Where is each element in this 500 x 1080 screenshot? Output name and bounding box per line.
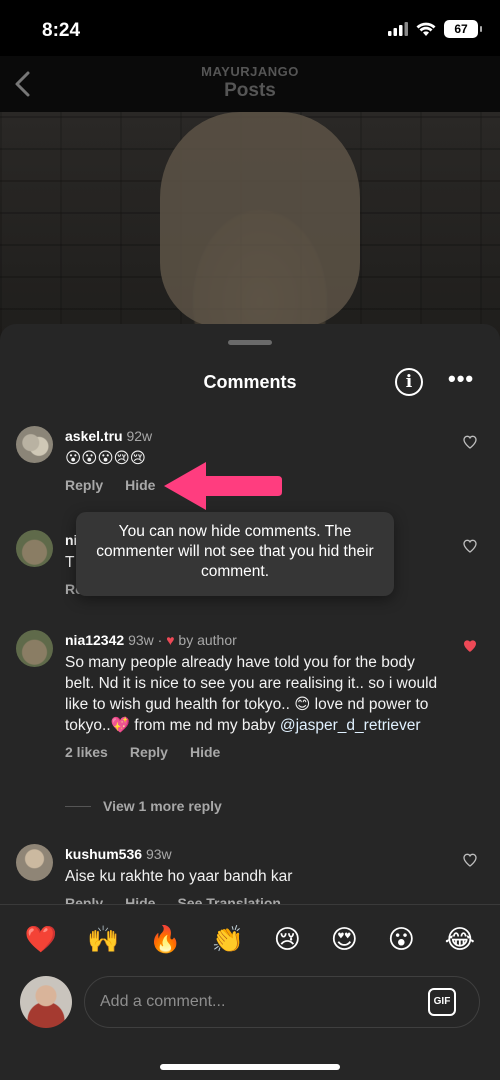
emoji-crying-button[interactable]: 😢 [274, 925, 301, 955]
status-time: 8:24 [42, 20, 81, 41]
reply-button[interactable]: Reply [65, 477, 103, 493]
page-title: Posts [224, 80, 276, 101]
emoji-fire-button[interactable]: 🔥 [149, 925, 181, 955]
emoji-laughing-button[interactable]: 😂 [445, 925, 475, 955]
annotation-arrow-icon [164, 462, 282, 510]
comment-input[interactable] [84, 976, 480, 1028]
comment-item: nia12342 93w · ♥ by author So many peopl… [16, 630, 486, 780]
comment-time: 93w [145, 846, 172, 862]
comment-text: Aise ku rakhte ho yaar bandh kar [65, 868, 293, 885]
avatar[interactable] [16, 530, 53, 567]
sheet-title: Comments [203, 372, 297, 392]
emoji-surprised-button[interactable]: 😮 [388, 925, 415, 955]
hide-comments-tooltip: You can now hide comments. The commenter… [76, 512, 394, 596]
liked-heart-icon[interactable] [462, 638, 478, 654]
photo-dog [160, 112, 360, 327]
account-name: MAYURJANGO [201, 64, 299, 79]
emoji-heart-eyes-button[interactable]: 😍 [331, 925, 358, 955]
battery-icon: 67 [444, 20, 482, 38]
hide-button[interactable]: Hide [190, 744, 220, 760]
view-replies-label: View 1 more reply [103, 798, 222, 814]
comment-time: 92w [126, 428, 153, 444]
replies-divider [65, 805, 91, 807]
emoji-reaction-bar: ❤️ 🙌 🔥 👏 😢 😍 😮 😂 [0, 904, 500, 974]
gif-button[interactable]: GIF [428, 988, 456, 1016]
emoji-clap-button[interactable]: 👏 [212, 925, 244, 955]
more-options-icon[interactable]: ••• [448, 366, 474, 392]
author-liked-heart-icon: ♥ [166, 632, 175, 648]
see-translation-button[interactable]: See Translation [177, 895, 280, 904]
like-heart-icon[interactable] [462, 852, 478, 868]
comment-username[interactable]: nia12342 [65, 632, 124, 648]
info-icon[interactable]: i [395, 368, 423, 396]
signal-icon [388, 22, 408, 36]
avatar[interactable] [16, 844, 53, 881]
mention-link[interactable]: @jasper_d_retriever [280, 717, 421, 734]
comment-text: So many people already have told you for… [65, 652, 445, 736]
comment-time: 93w [128, 632, 154, 648]
likes-count[interactable]: 2 likes [65, 744, 108, 760]
reply-button[interactable]: Reply [130, 744, 168, 760]
like-heart-icon[interactable] [462, 538, 478, 554]
nav-header: MAYURJANGO Posts [0, 56, 500, 112]
view-replies-button[interactable]: View 1 more reply [65, 798, 222, 814]
emoji-heart-button[interactable]: ❤️ [25, 925, 57, 955]
hide-button[interactable]: Hide [125, 895, 155, 904]
status-icons: 67 [388, 20, 482, 38]
like-heart-icon[interactable] [462, 434, 478, 450]
drag-handle[interactable] [228, 340, 272, 345]
liked-by-author-label: by author [178, 632, 237, 648]
comment-username[interactable]: askel.tru [65, 428, 123, 444]
home-indicator[interactable] [160, 1064, 340, 1070]
emoji-raised-hands-button[interactable]: 🙌 [87, 925, 119, 955]
reply-button[interactable]: Reply [65, 895, 103, 904]
comment-username[interactable]: kushum536 [65, 846, 142, 862]
hide-button[interactable]: Hide [125, 477, 155, 493]
comment-item: kushum536 93w Aise ku rakhte ho yaar ban… [16, 844, 486, 904]
status-bar: 8:24 67 [0, 0, 500, 56]
avatar[interactable] [16, 630, 53, 667]
my-avatar [20, 976, 72, 1028]
avatar[interactable] [16, 426, 53, 463]
separator-dot: · [157, 632, 163, 648]
wifi-icon [416, 22, 436, 36]
post-photo [0, 112, 500, 342]
